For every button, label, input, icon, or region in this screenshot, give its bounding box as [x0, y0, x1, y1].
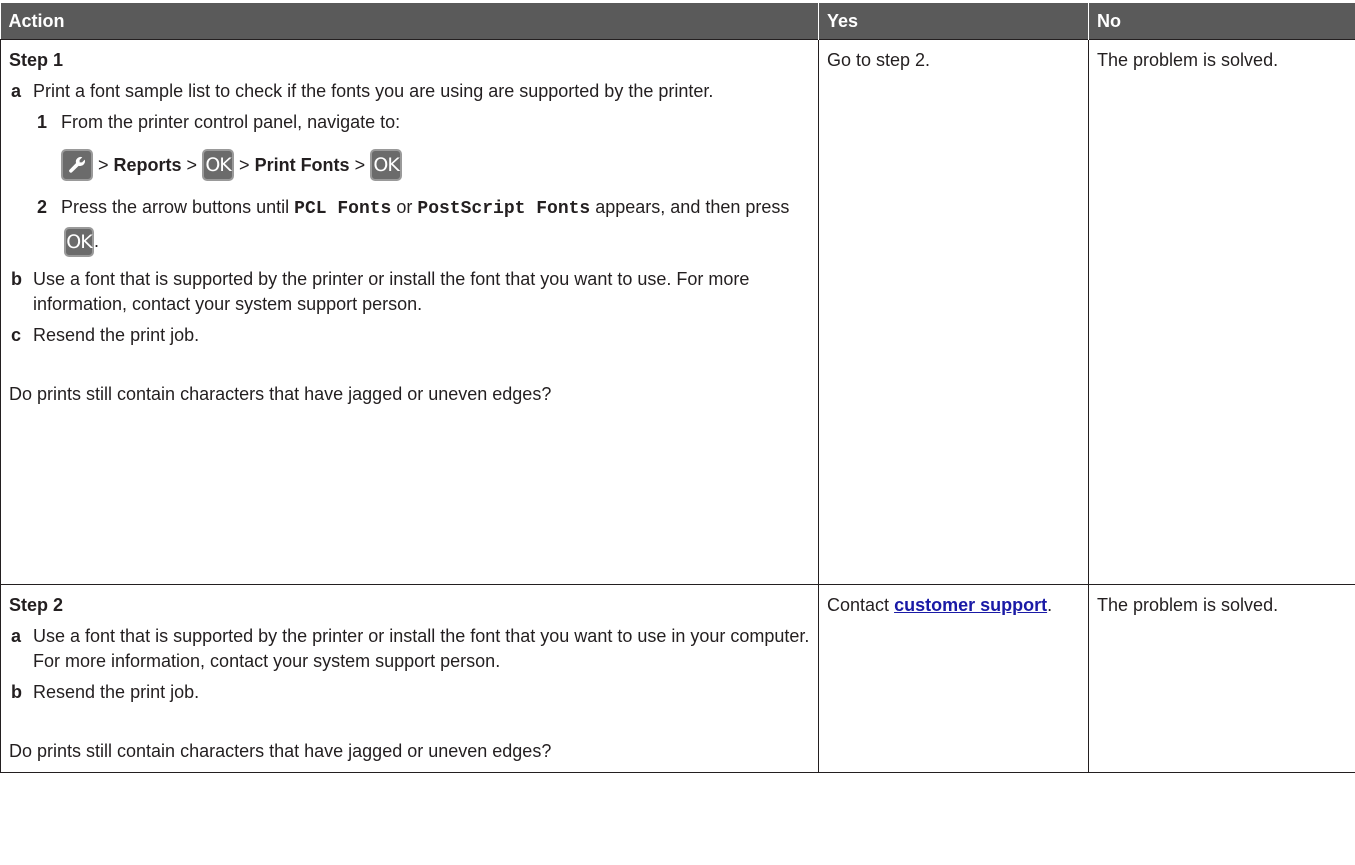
step1-sub2-text-b: appears, and then press — [595, 197, 790, 217]
ok-button-icon: OK — [64, 227, 94, 258]
step1-item-c: c Resend the print job. — [9, 323, 810, 348]
table-row-step1: Step 1 a Print a font sample list to che… — [0, 39, 1355, 585]
path-separator-2: > — [186, 154, 198, 175]
step2-question: Do prints still contain characters that … — [9, 741, 552, 761]
step1-no-cell: The problem is solved. — [1088, 39, 1355, 585]
step1-b-marker: b — [11, 269, 22, 290]
step1-sub2-marker: 2 — [37, 197, 48, 217]
step1-item-b: b Use a font that is supported by the pr… — [9, 267, 810, 317]
step1-b-text: Use a font that is supported by the prin… — [33, 269, 750, 315]
code-pcl-fonts: PCL Fonts — [294, 199, 392, 219]
ok-button-icon: OK — [202, 149, 235, 181]
table-row-step2: Step 2 a Use a font that is supported by… — [0, 584, 1355, 773]
path-separator-3: > — [239, 154, 250, 175]
step1-sub2-text-a: Press the arrow buttons until — [61, 197, 290, 217]
step1-c-marker: c — [11, 325, 22, 346]
troubleshooting-table: Action Yes No Step 1 a Print a font samp… — [0, 3, 1355, 773]
step2-yes-prefix: Contact — [827, 595, 890, 615]
step1-action-cell: Step 1 a Print a font sample list to che… — [0, 39, 819, 585]
column-header-no: No — [1088, 3, 1355, 40]
customer-support-link[interactable]: customer support — [894, 595, 1047, 615]
step1-title: Step 1 — [9, 50, 64, 70]
step1-sub2: 2 Press the arrow buttons until PCL Font… — [9, 191, 810, 258]
step1-sub1: 1 From the printer control panel, naviga… — [9, 110, 810, 135]
column-header-yes: Yes — [818, 3, 1089, 40]
step2-title: Step 2 — [9, 595, 64, 615]
path-separator-4: > — [354, 154, 366, 175]
step2-action-cell: Step 2 a Use a font that is supported by… — [0, 584, 819, 773]
step2-yes-cell: Contact customer support. — [818, 584, 1089, 773]
step1-sub2-end: . — [94, 231, 100, 251]
step1-a-text: Print a font sample list to check if the… — [33, 81, 714, 101]
path-reports: Reports — [113, 154, 182, 175]
step1-a-marker: a — [11, 81, 22, 101]
code-postscript-fonts: PostScript Fonts — [417, 199, 591, 219]
ok-button-icon: OK — [370, 149, 403, 181]
wrench-icon — [61, 149, 93, 181]
navigation-path: > Reports > OK > Print Fonts > OK — [9, 145, 810, 185]
step1-yes-cell: Go to step 2. — [818, 39, 1089, 585]
step1-item-a: a Print a font sample list to check if t… — [9, 79, 810, 104]
step2-yes-suffix: . — [1047, 595, 1053, 615]
step2-a-text: Use a font that is supported by the prin… — [33, 626, 810, 671]
path-separator-1: > — [98, 154, 109, 175]
column-header-action: Action — [0, 3, 819, 40]
step2-b-text: Resend the print job. — [33, 682, 200, 702]
step1-sub1-text: From the printer control panel, navigate… — [61, 112, 401, 132]
step1-sub2-or: or — [396, 197, 413, 217]
step2-b-marker: b — [11, 682, 22, 702]
step2-no-cell: The problem is solved. — [1088, 584, 1355, 773]
table-header-row: Action Yes No — [0, 3, 1355, 40]
step1-c-text: Resend the print job. — [33, 325, 200, 346]
path-print-fonts: Print Fonts — [254, 154, 350, 175]
step1-question: Do prints still contain characters that … — [9, 384, 552, 405]
step2-item-a: a Use a font that is supported by the pr… — [9, 624, 810, 674]
step1-sub1-marker: 1 — [37, 112, 48, 132]
step2-item-b: b Resend the print job. — [9, 680, 810, 705]
step2-a-marker: a — [11, 626, 22, 646]
